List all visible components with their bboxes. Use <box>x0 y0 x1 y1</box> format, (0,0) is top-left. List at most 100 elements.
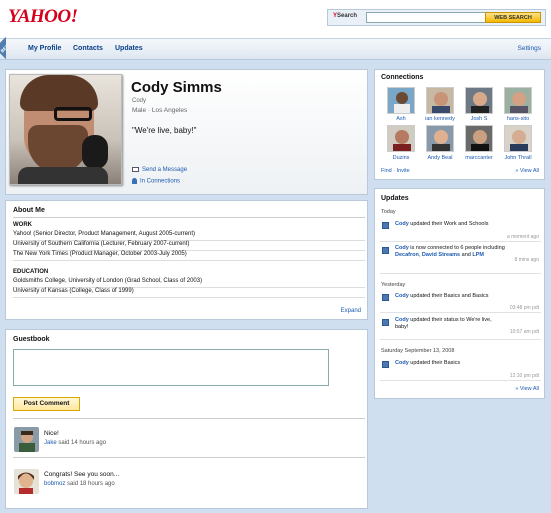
update-text: Cody updated their status to We're live,… <box>395 317 499 331</box>
profile-info: Male · Los Angeles <box>132 107 188 114</box>
guestbook-author[interactable]: bobmoz <box>44 481 65 487</box>
nav-contacts[interactable]: Contacts <box>73 45 103 52</box>
update-icon <box>382 361 389 368</box>
web-search-button[interactable]: WEB SEARCH <box>485 12 541 23</box>
invite-link[interactable]: Invite <box>397 168 410 174</box>
connection-avatar[interactable] <box>426 87 454 114</box>
profile-name: Cody Simms <box>131 79 222 96</box>
connection-avatar[interactable] <box>465 87 493 114</box>
connection-name[interactable]: John Thrall <box>498 155 538 161</box>
connection-avatar[interactable] <box>504 87 532 114</box>
guestbook-message: Congrats! See you soon... <box>44 471 120 478</box>
update-body: updated their status to We're live, baby… <box>395 317 492 330</box>
update-day: Saturday September 13, 2008 <box>381 348 455 354</box>
update-user-link[interactable]: Cody <box>395 245 409 251</box>
beta-badge: BETA <box>0 37 17 60</box>
work-heading: WORK <box>13 222 32 228</box>
update-day: Yesterday <box>381 282 406 288</box>
guestbook-time: said 14 hours ago <box>58 440 107 446</box>
send-message-label: Send a Message <box>142 167 188 174</box>
work-item: Yahoo! (Senior Director, Product Managem… <box>13 231 365 241</box>
in-connections-label: In Connections <box>140 178 181 185</box>
connections-panel: Connections Ash ian kennedy Josh S hans-… <box>374 69 545 180</box>
update-day: Today <box>381 209 396 215</box>
work-item: University of Southern California (Lectu… <box>13 241 365 251</box>
guestbook-textarea[interactable] <box>13 349 329 386</box>
guestbook-message: Nice! <box>44 430 59 437</box>
profile-username: Cody <box>132 98 147 104</box>
connection-name[interactable]: Andy Beal <box>420 155 460 161</box>
update-body: updated their Basics <box>408 360 461 366</box>
about-me-panel: About Me WORK Yahoo! (Senior Director, P… <box>5 200 368 320</box>
nav-updates[interactable]: Updates <box>115 45 143 52</box>
update-text: Cody is now connected to 6 people includ… <box>395 245 507 259</box>
nav-bar: BETA My Profile Contacts Updates Setting… <box>0 38 551 60</box>
top-bar: YAHOO! YSearch WEB SEARCH <box>0 0 551 38</box>
connection-name[interactable]: hans-sito <box>498 116 538 122</box>
find-invite: Find · Invite <box>381 168 410 174</box>
update-icon <box>382 294 389 301</box>
expand-link[interactable]: Expand <box>341 308 361 314</box>
post-comment-button[interactable]: Post Comment <box>13 397 80 411</box>
avatar[interactable] <box>14 427 39 452</box>
guestbook-panel: Guestbook Post Comment Nice! Jake said 1… <box>5 329 368 509</box>
update-user-link[interactable]: Cody <box>395 293 409 299</box>
update-body: updated their Basics and Basics <box>408 293 489 299</box>
updates-title: Updates <box>381 195 409 202</box>
work-item: The New York Times (Product Manager, Oct… <box>13 251 365 261</box>
search-label: YSearch <box>333 13 357 19</box>
connection-name[interactable]: Josh S <box>459 116 499 122</box>
education-item: University of Kansas (College, Class of … <box>13 288 365 298</box>
education-item: Goldsmiths College, University of London… <box>13 278 365 288</box>
update-text: Cody updated their Basics and Basics <box>395 293 540 300</box>
in-connections-link[interactable]: In Connections <box>132 178 180 185</box>
send-message-link[interactable]: Send a Message <box>132 167 187 173</box>
education-heading: EDUCATION <box>13 269 49 275</box>
updates-panel: Updates Today Cody updated their Work an… <box>374 188 545 399</box>
about-title: About Me <box>13 207 45 214</box>
connection-avatar[interactable] <box>387 125 415 152</box>
search-label-text: Search <box>337 13 358 19</box>
profile-photo <box>9 74 122 185</box>
envelope-icon <box>132 167 139 172</box>
updates-view-all[interactable]: » View All <box>515 386 539 392</box>
guestbook-meta: Jake said 14 hours ago <box>44 440 106 446</box>
update-person-link[interactable]: LPM <box>472 252 484 258</box>
update-person-link[interactable]: Decafron <box>395 252 419 258</box>
person-icon <box>132 178 137 184</box>
guestbook-time: said 18 hours ago <box>67 481 115 487</box>
update-user-link[interactable]: Cody <box>395 221 409 227</box>
update-time: 03:48 pm pdt <box>509 305 539 311</box>
update-user-link[interactable]: Cody <box>395 360 409 366</box>
connection-name[interactable]: ian kennedy <box>420 116 460 122</box>
update-time: 8 mins ago <box>514 257 539 263</box>
profile-status: "We're live, baby!" <box>132 126 197 135</box>
connection-name[interactable]: Ash <box>381 116 421 122</box>
avatar[interactable] <box>14 469 39 494</box>
update-icon <box>382 222 389 229</box>
update-icon <box>382 247 389 254</box>
guestbook-author[interactable]: Jake <box>44 440 57 446</box>
connections-view-all[interactable]: » View All <box>515 168 539 174</box>
find-link[interactable]: Find <box>381 168 392 174</box>
update-person-link[interactable]: David Streams <box>422 252 460 258</box>
update-conjunction: and <box>460 252 473 258</box>
update-time: a moment ago <box>507 234 539 240</box>
update-time: 12:10 pm pdt <box>509 373 539 379</box>
connection-name[interactable]: marccanter <box>459 155 499 161</box>
connections-title: Connections <box>381 74 424 81</box>
settings-link[interactable]: Settings <box>518 45 542 52</box>
yahoo-logo[interactable]: YAHOO! <box>8 6 78 28</box>
search-box: YSearch WEB SEARCH <box>327 9 546 26</box>
connection-avatar[interactable] <box>504 125 532 152</box>
update-user-link[interactable]: Cody <box>395 317 409 323</box>
connection-name[interactable]: Duzins <box>381 155 421 161</box>
nav-my-profile[interactable]: My Profile <box>28 45 61 52</box>
connection-avatar[interactable] <box>465 125 493 152</box>
guestbook-title: Guestbook <box>13 336 50 343</box>
connection-avatar[interactable] <box>426 125 454 152</box>
update-text: Cody updated their Work and Schools <box>395 221 540 228</box>
connection-avatar[interactable] <box>387 87 415 114</box>
update-body: is now connected to 6 people including <box>408 245 505 251</box>
profile-card: Cody Simms Cody Male · Los Angeles "We'r… <box>5 69 368 195</box>
